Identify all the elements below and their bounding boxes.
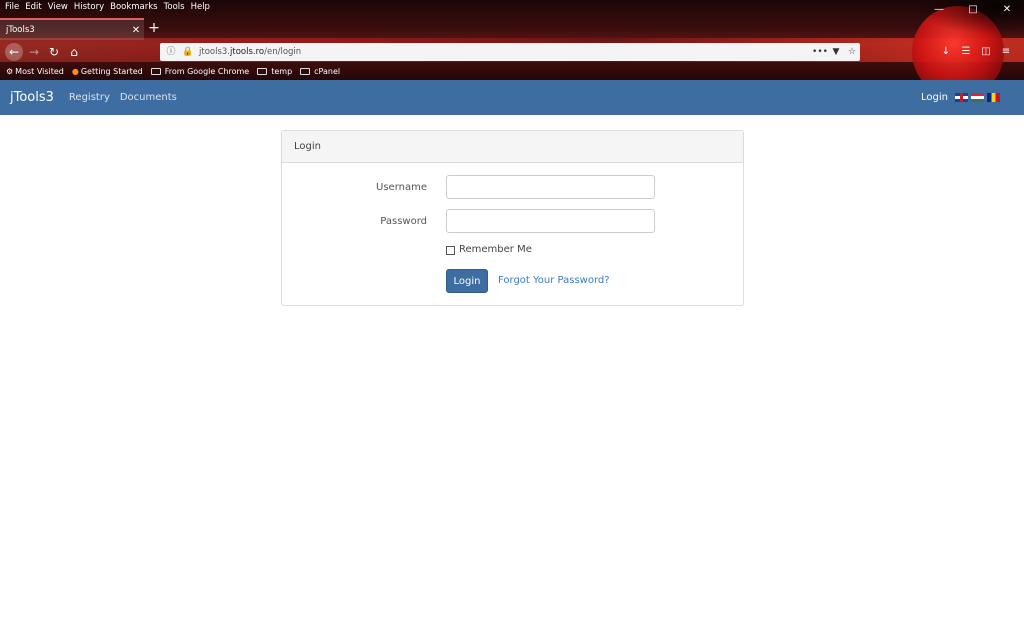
- menu-edit[interactable]: Edit: [23, 0, 45, 14]
- hamburger-menu-icon[interactable]: ≡: [996, 43, 1016, 61]
- sidebar-icon[interactable]: ◫: [976, 43, 996, 61]
- username-input[interactable]: [446, 175, 655, 199]
- remember-me-label[interactable]: Remember Me: [459, 244, 532, 255]
- navbar-right: Login: [921, 80, 1000, 115]
- login-button[interactable]: Login: [446, 269, 488, 293]
- menu-bar: File Edit View History Bookmarks Tools H…: [0, 0, 214, 14]
- back-icon[interactable]: ←: [5, 43, 23, 61]
- forgot-password-link[interactable]: Forgot Your Password?: [498, 275, 610, 286]
- close-tab-icon[interactable]: ✕: [128, 25, 144, 36]
- bookmark-temp[interactable]: temp: [257, 64, 292, 79]
- bookmarks-bar: ⚙ Most Visited ● Getting Started From Go…: [0, 64, 340, 79]
- browser-chrome: File Edit View History Bookmarks Tools H…: [0, 0, 1024, 80]
- gear-icon: ⚙: [6, 67, 14, 76]
- home-icon[interactable]: ⌂: [65, 43, 83, 61]
- download-icon[interactable]: ↓: [936, 43, 956, 61]
- hungarian-flag-icon[interactable]: [971, 93, 984, 102]
- nav-link-documents[interactable]: Documents: [120, 92, 177, 103]
- panel-heading: Login: [282, 131, 743, 163]
- pocket-icon[interactable]: ▼: [828, 47, 844, 57]
- bookmark-star-icon[interactable]: ☆: [844, 47, 860, 57]
- page-actions-icon[interactable]: •••: [812, 47, 828, 57]
- nav-login-link[interactable]: Login: [921, 92, 948, 103]
- firefox-icon: ●: [71, 67, 79, 76]
- remember-me-checkbox[interactable]: [446, 246, 455, 255]
- toolbar-right: ↓ ☰ ◫ ≡: [936, 43, 1016, 61]
- menu-bookmarks[interactable]: Bookmarks: [108, 0, 162, 14]
- site-brand[interactable]: jTools3: [10, 90, 54, 105]
- minimize-icon[interactable]: —: [922, 0, 956, 18]
- folder-icon: [257, 68, 268, 75]
- tab-strip: jTools3 ✕ +: [0, 18, 1024, 40]
- url-bar[interactable]: ⓘ 🔒 jtools3.jtools.ro/en/login ••• ▼ ☆: [160, 43, 860, 61]
- close-window-icon[interactable]: ✕: [990, 0, 1024, 18]
- menu-view[interactable]: View: [46, 0, 72, 14]
- window-controls: — □ ✕: [922, 0, 1024, 18]
- bookmark-cpanel[interactable]: cPanel: [300, 64, 340, 79]
- username-label: Username: [376, 182, 427, 193]
- info-icon[interactable]: ⓘ: [165, 46, 177, 58]
- browser-toolbar: ← → ↻ ⌂ ⓘ 🔒 jtools3.jtools.ro/en/login •…: [0, 41, 1024, 63]
- forward-icon[interactable]: →: [25, 43, 43, 61]
- login-panel: Login Username Password Remember Me Logi…: [281, 130, 744, 306]
- url-text[interactable]: jtools3.jtools.ro/en/login: [199, 47, 812, 57]
- password-label: Password: [380, 216, 427, 227]
- english-flag-icon[interactable]: [955, 93, 968, 102]
- maximize-icon[interactable]: □: [956, 0, 990, 18]
- folder-icon: [150, 68, 161, 75]
- menu-help[interactable]: Help: [189, 0, 214, 14]
- tab-title: jTools3: [6, 25, 35, 35]
- bookmark-getting-started[interactable]: ● Getting Started: [72, 64, 143, 79]
- password-input[interactable]: [446, 209, 655, 233]
- menu-tools[interactable]: Tools: [162, 0, 189, 14]
- bookmark-from-google-chrome[interactable]: From Google Chrome: [150, 64, 249, 79]
- browser-tab[interactable]: jTools3 ✕: [0, 18, 144, 40]
- nav-link-registry[interactable]: Registry: [69, 92, 110, 103]
- site-navbar: jTools3 Registry Documents Login: [0, 80, 1024, 115]
- bookmark-most-visited[interactable]: ⚙ Most Visited: [6, 64, 64, 79]
- new-tab-icon[interactable]: +: [146, 20, 162, 38]
- insecure-lock-icon[interactable]: 🔒: [182, 46, 194, 58]
- menu-file[interactable]: File: [3, 0, 23, 14]
- folder-icon: [300, 68, 311, 75]
- library-icon[interactable]: ☰: [956, 43, 976, 61]
- reload-icon[interactable]: ↻: [45, 43, 63, 61]
- romanian-flag-icon[interactable]: [987, 93, 1000, 102]
- menu-history[interactable]: History: [72, 0, 108, 14]
